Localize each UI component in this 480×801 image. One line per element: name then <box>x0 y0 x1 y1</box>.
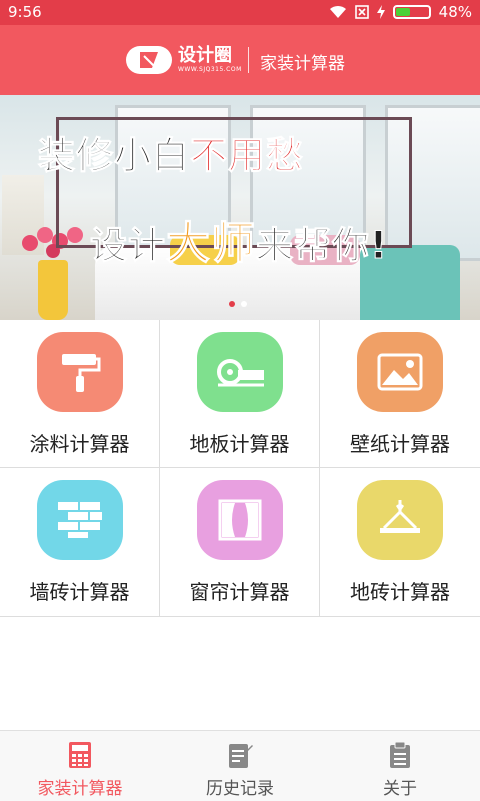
status-time: 9:56 <box>8 3 42 21</box>
history-notepad-icon <box>229 744 253 768</box>
calculator-label: 墙砖计算器 <box>29 580 130 604</box>
promo-banner[interactable]: 装修小白不用愁 设计大师来帮你! <box>0 95 480 320</box>
paint-roller-icon <box>62 354 101 392</box>
calculator-floor[interactable]: 地板计算器 <box>160 320 320 468</box>
brick-wall-icon <box>58 502 102 538</box>
paint-tile <box>37 332 123 412</box>
calculator-floor-tile[interactable]: 地砖计算器 <box>320 468 480 616</box>
calculator-label: 地板计算器 <box>189 432 290 456</box>
logo-icon <box>126 46 172 74</box>
wallpaper-tile <box>357 332 443 412</box>
banner-slogan-line2: 设计大师来帮你! <box>90 207 388 271</box>
battery-percent: 48% <box>438 3 472 21</box>
calculator-curtain[interactable]: 窗帘计算器 <box>160 468 320 616</box>
banner-line2-b: 大师 <box>166 218 256 270</box>
banner-slogan-line1: 装修小白不用愁 <box>38 125 304 179</box>
logo-url: WWW.SJQ315.COM <box>178 66 242 73</box>
tab-about[interactable]: 关于 <box>320 731 480 801</box>
calculator-label: 壁纸计算器 <box>350 432 450 456</box>
tab-history[interactable]: 历史记录 <box>160 731 320 801</box>
floor-tile <box>197 332 283 412</box>
banner-line1-a: 装修小白 <box>38 134 190 178</box>
app-title: 家装计算器 <box>260 54 345 74</box>
tab-label: 关于 <box>383 779 417 799</box>
banner-line2-a: 设计 <box>90 224 166 268</box>
status-bar: 9:56 48% <box>0 0 480 25</box>
wifi-icon <box>329 5 346 18</box>
crane-hook-icon <box>380 500 420 533</box>
calculator-label: 窗帘计算器 <box>189 580 290 604</box>
calculator-label: 涂料计算器 <box>29 432 130 456</box>
tape-measure-icon <box>217 359 264 387</box>
sim-off-icon <box>354 5 369 19</box>
bottom-nav: 家装计算器 历史记录 关于 <box>0 730 480 801</box>
pager-dot-active[interactable] <box>229 301 235 307</box>
charging-icon <box>376 5 385 19</box>
calculator-grid: 涂料计算器 地板计算器 壁纸计算器 墙砖计算器 窗帘计算器 地砖计算器 <box>0 320 480 617</box>
calculator-label: 地砖计算器 <box>350 580 450 604</box>
header-divider <box>248 47 249 73</box>
app-header: 设计圈 WWW.SJQ315.COM 家装计算器 <box>0 25 480 95</box>
battery-icon <box>392 5 431 19</box>
calculator-paint[interactable]: 涂料计算器 <box>0 320 160 468</box>
banner-line2-c: 来帮你! <box>256 224 388 268</box>
banner-line1-b: 不用愁 <box>190 134 304 178</box>
logo-text: 设计圈 <box>178 45 232 66</box>
calculator-icon <box>69 742 91 768</box>
curtain-icon <box>218 499 262 541</box>
picture-icon <box>377 353 423 391</box>
banner-pager <box>229 301 247 307</box>
wall-tile-tile <box>37 480 123 560</box>
vase-decoration <box>38 260 68 320</box>
tab-label: 历史记录 <box>206 779 274 799</box>
calculator-wallpaper[interactable]: 壁纸计算器 <box>320 320 480 468</box>
curtain-tile <box>197 480 283 560</box>
pager-dot[interactable] <box>241 301 247 307</box>
tab-home-calculator[interactable]: 家装计算器 <box>0 731 160 801</box>
status-icons: 48% <box>329 3 472 21</box>
floor-tile-tile <box>357 480 443 560</box>
tab-label: 家装计算器 <box>37 779 123 799</box>
calculator-wall-tile[interactable]: 墙砖计算器 <box>0 468 160 616</box>
clipboard-icon <box>390 741 410 768</box>
